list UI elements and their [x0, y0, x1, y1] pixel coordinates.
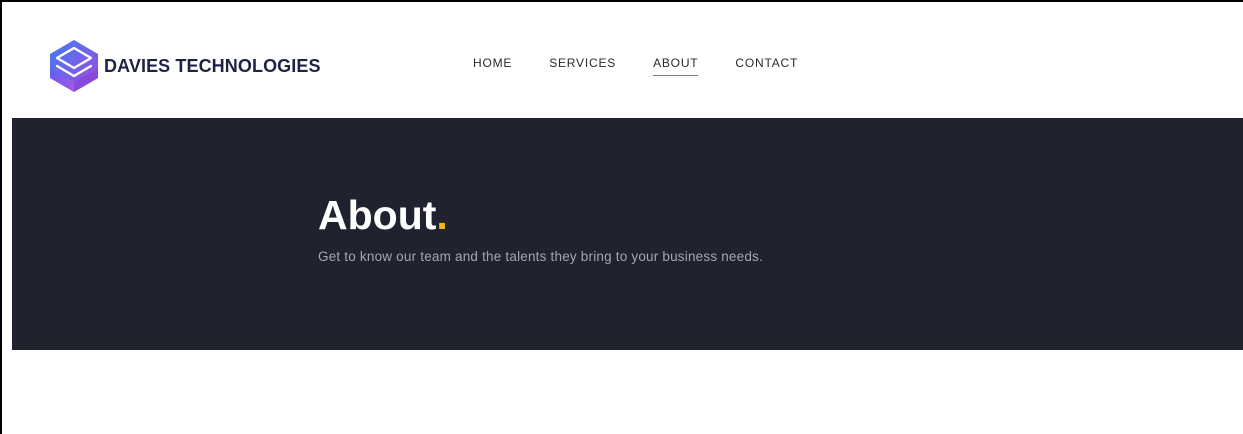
stacked-cube-logo-icon — [50, 40, 98, 92]
nav-item-about[interactable]: ABOUT — [653, 56, 699, 76]
page-subtitle: Get to know our team and the talents the… — [318, 249, 763, 264]
brand-name: DAVIES TECHNOLOGIES — [104, 55, 321, 76]
title-accent-dot: . — [436, 192, 448, 238]
brand-logo-link[interactable]: DAVIES TECHNOLOGIES — [48, 38, 321, 94]
nav-item-contact[interactable]: CONTACT — [735, 56, 798, 75]
page-title-text: About — [318, 192, 437, 238]
site-header: DAVIES TECHNOLOGIES HOME SERVICES ABOUT … — [12, 12, 1243, 118]
hero-banner: About. Get to know our team and the tale… — [12, 118, 1243, 350]
page-title: About. — [318, 192, 448, 238]
nav-item-services[interactable]: SERVICES — [549, 56, 616, 75]
page-frame: DAVIES TECHNOLOGIES HOME SERVICES ABOUT … — [0, 0, 1243, 434]
nav-item-home[interactable]: HOME — [473, 56, 512, 75]
main-nav: HOME SERVICES ABOUT CONTACT — [473, 56, 798, 76]
